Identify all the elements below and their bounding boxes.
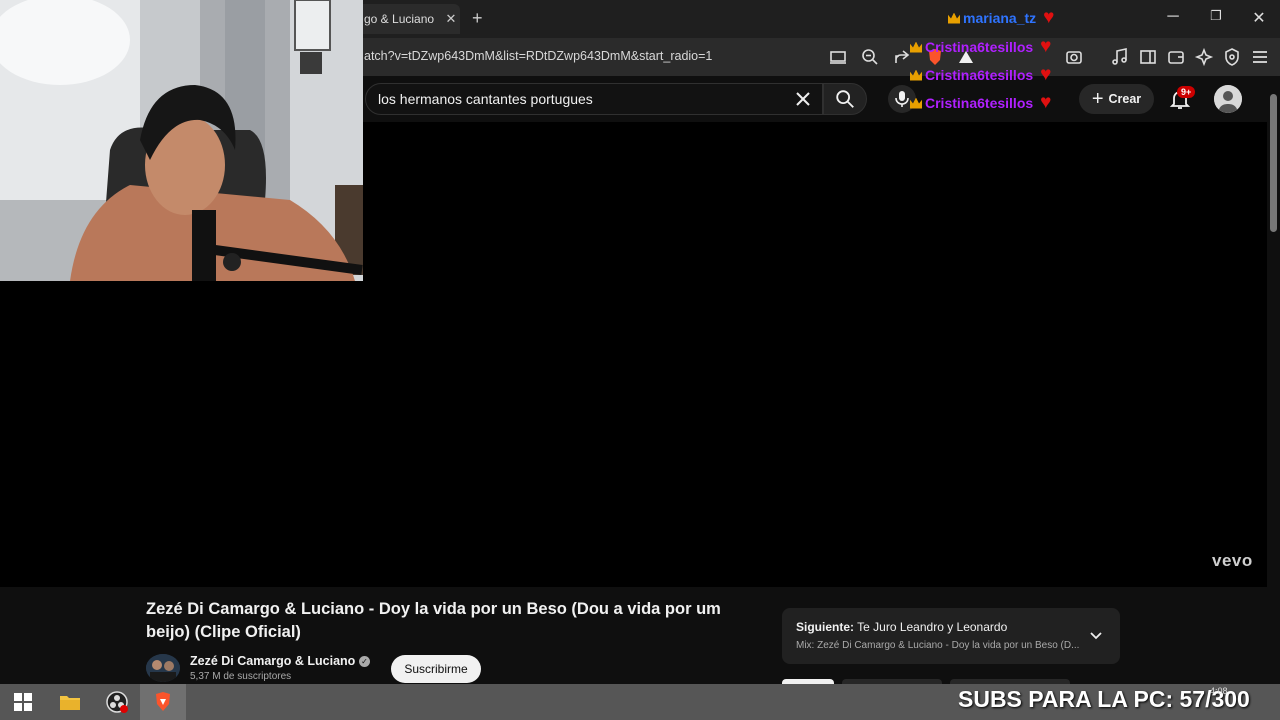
obs-button[interactable]: [94, 684, 140, 720]
subscribe-button[interactable]: Suscribirme: [391, 655, 481, 683]
heart-icon: ♥: [1040, 64, 1052, 85]
vevo-watermark: vevo: [1212, 551, 1253, 570]
chat-message: Cristina6tesillos ♥: [910, 92, 1060, 113]
account-avatar[interactable]: [1214, 85, 1242, 113]
taskbar-clock: 4:08: [1210, 686, 1228, 696]
start-button[interactable]: [0, 684, 46, 720]
brave-icon: [156, 692, 170, 711]
windows-logo-icon: [14, 693, 32, 711]
clear-search-icon[interactable]: [791, 87, 815, 111]
subs-goal-overlay: SUBS PARA LA PC: 57/300: [958, 686, 1250, 712]
search-box: [365, 83, 823, 115]
heart-icon: ♥: [1043, 7, 1055, 28]
search-button[interactable]: [823, 83, 867, 115]
sidebar-icon[interactable]: [1138, 47, 1158, 67]
notification-badge: 9+: [1177, 86, 1196, 98]
share-icon[interactable]: [892, 47, 912, 67]
minimize-icon[interactable]: ─: [1163, 8, 1183, 26]
tab-close-icon[interactable]: ✕: [442, 11, 460, 27]
crown-icon: [910, 41, 922, 53]
cast-icon[interactable]: [828, 47, 848, 67]
wallet-icon[interactable]: [1166, 47, 1186, 67]
obs-icon: [106, 691, 128, 713]
chat-username: Cristina6tesillos: [925, 39, 1034, 55]
menu-icon[interactable]: [1250, 47, 1270, 67]
url-field[interactable]: atch?v=tDZwp643DmM&list=RDtDZwp643DmM&st…: [364, 49, 712, 63]
channel-avatar[interactable]: [146, 654, 180, 682]
chat-username: mariana_tz: [963, 10, 1037, 26]
browser-tab[interactable]: go & Luciano ✕: [356, 4, 460, 34]
verified-icon: ✓: [359, 656, 370, 667]
screenshot-icon[interactable]: [1064, 47, 1084, 67]
create-label: Crear: [1108, 92, 1142, 106]
brave-browser-button[interactable]: [140, 684, 186, 720]
vpn-icon[interactable]: [1222, 47, 1242, 67]
crown-icon: [948, 12, 960, 24]
chat-username: Cristina6tesillos: [925, 95, 1034, 111]
search-icon: [836, 90, 854, 108]
chat-message: Cristina6tesillos ♥: [910, 36, 1060, 57]
up-next-subtitle: Mix: Zezé Di Camargo & Luciano - Doy la …: [796, 640, 1080, 651]
chat-message: Cristina6tesillos ♥: [910, 64, 1060, 85]
folder-icon: [60, 696, 80, 710]
webcam-overlay: [0, 0, 363, 281]
screen: go & Luciano ✕ + ─ ❐ ✕ atch?v=tDZwp643Dm…: [0, 0, 1280, 720]
create-button[interactable]: + Crear: [1079, 84, 1154, 114]
close-window-icon[interactable]: ✕: [1249, 8, 1269, 28]
file-explorer-button[interactable]: [47, 684, 93, 720]
chevron-down-icon[interactable]: [1087, 627, 1105, 645]
chat-message: mariana_tz ♥: [948, 7, 1063, 28]
crown-icon: [910, 69, 922, 81]
up-next-title: Te Juro Leandro y Leonardo: [857, 620, 1008, 634]
channel-name[interactable]: Zezé Di Camargo & Luciano: [190, 654, 355, 668]
up-next-card[interactable]: Siguiente: Te Juro Leandro y Leonardo Mi…: [782, 608, 1120, 664]
up-next-prefix: Siguiente:: [796, 620, 855, 634]
subscriber-count: 5,37 M de suscriptores: [190, 671, 292, 682]
scrollbar-thumb[interactable]: [1270, 94, 1277, 232]
tab-title: go & Luciano: [364, 12, 435, 26]
heart-icon: ♥: [1040, 36, 1052, 57]
new-tab-icon[interactable]: +: [472, 9, 483, 27]
chat-username: Cristina6tesillos: [925, 67, 1034, 83]
heart-icon: ♥: [1040, 92, 1052, 113]
crown-icon: [910, 97, 922, 109]
plus-icon: +: [1091, 88, 1104, 110]
zoom-icon[interactable]: [860, 47, 880, 67]
page-scrollbar[interactable]: [1267, 82, 1280, 684]
up-next-heading: Siguiente: Te Juro Leandro y Leonardo: [796, 620, 1007, 634]
leo-ai-icon[interactable]: [1194, 47, 1214, 67]
video-title: Zezé Di Camargo & Luciano - Doy la vida …: [146, 600, 721, 641]
music-icon[interactable]: [1110, 47, 1130, 67]
webcam-feed-image: [0, 0, 363, 281]
search-input[interactable]: [378, 84, 778, 114]
restore-icon[interactable]: ❐: [1206, 8, 1226, 24]
